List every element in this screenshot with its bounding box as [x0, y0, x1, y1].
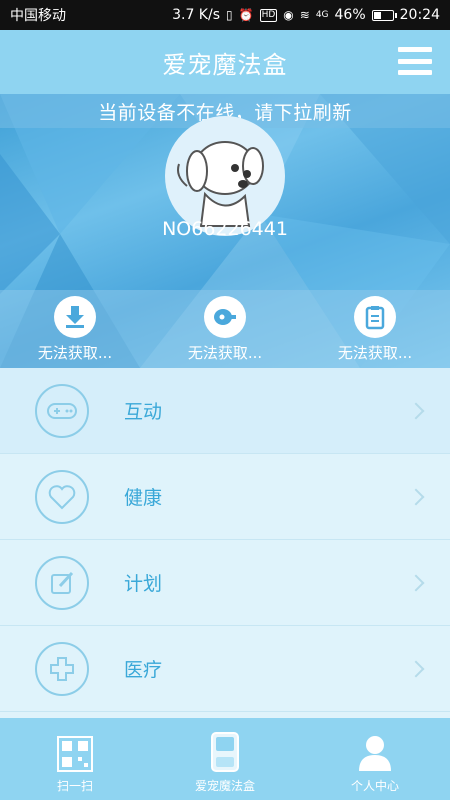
hamburger-menu-icon[interactable]: [398, 47, 432, 75]
menu-label: 互动: [124, 401, 163, 423]
person-icon: [359, 736, 391, 771]
nav-label: 爱宠魔法盒: [194, 779, 255, 793]
nav-label: 扫一扫: [56, 779, 93, 793]
app-header: 爱宠魔法盒: [0, 30, 450, 94]
battery-icon: [371, 9, 397, 21]
menu-item-plan[interactable]: 计划: [0, 540, 450, 626]
eye-icon: ◉: [283, 8, 294, 22]
vibrate-icon: ▯: [226, 8, 233, 22]
alarm-icon: ⏰: [238, 8, 254, 22]
qr-code-icon: [57, 736, 93, 772]
gamepad-icon: [35, 383, 89, 438]
medical-cross-icon: [35, 641, 89, 696]
status-bar: 中国移动 3.7 K/s ▯ ⏰ HD ◉ ≋ 4G 46% 20:24: [0, 0, 450, 30]
stat-label: 无法获取...: [187, 344, 263, 362]
stat-food-download[interactable]: 无法获取...: [0, 290, 150, 368]
menu-item-health[interactable]: 健康: [0, 454, 450, 540]
device-stats: 无法获取... 无法获取... 无法获取...: [0, 290, 450, 368]
nav-scan[interactable]: 扫一扫: [0, 718, 150, 800]
edit-icon: [35, 555, 89, 610]
heart-icon: [35, 469, 89, 524]
menu-label: 健康: [124, 487, 163, 509]
menu-item-interact[interactable]: 互动: [0, 368, 450, 454]
nav-label: 个人中心: [350, 779, 399, 793]
network-speed: 3.7 K/s: [172, 7, 220, 23]
download-icon: [54, 296, 96, 338]
hd-icon: HD: [259, 8, 278, 22]
stat-meat[interactable]: 无法获取...: [150, 290, 300, 368]
chevron-right-icon: [407, 574, 425, 591]
nav-profile[interactable]: 个人中心: [300, 718, 450, 800]
status-icons: 3.7 K/s ▯ ⏰ HD ◉ ≋ 4G 46% 20:24: [172, 7, 440, 23]
chevron-right-icon: [407, 402, 425, 419]
stat-label: 无法获取...: [337, 344, 413, 362]
magic-box-icon: [211, 732, 239, 772]
menu-label: 计划: [124, 573, 163, 595]
stat-clipboard[interactable]: 无法获取...: [300, 290, 450, 368]
device-id: NO66226441: [162, 218, 288, 240]
page-title: 爱宠魔法盒: [162, 50, 288, 79]
wifi-icon: ≋: [299, 8, 310, 22]
device-hero: 当前设备不在线，请下拉刷新 NO66226441 无法获取... 无法获取...…: [0, 94, 450, 368]
chevron-right-icon: [407, 488, 425, 505]
bottom-nav: 扫一扫 爱宠魔法盒 个人中心: [0, 718, 450, 800]
stat-label: 无法获取...: [37, 344, 113, 362]
carrier-label: 中国移动: [10, 8, 66, 24]
clock: 20:24: [399, 7, 440, 23]
meat-icon: [204, 296, 246, 338]
chevron-right-icon: [407, 660, 425, 677]
clipboard-icon: [354, 296, 396, 338]
menu-item-medical[interactable]: 医疗: [0, 626, 450, 712]
battery-percent: 46%: [334, 7, 366, 23]
signal-icon: 4G: [315, 9, 329, 20]
menu-label: 医疗: [124, 659, 163, 681]
feature-menu: 互动 健康 计划 医疗: [0, 368, 450, 712]
nav-magic-box[interactable]: 爱宠魔法盒: [150, 718, 300, 800]
